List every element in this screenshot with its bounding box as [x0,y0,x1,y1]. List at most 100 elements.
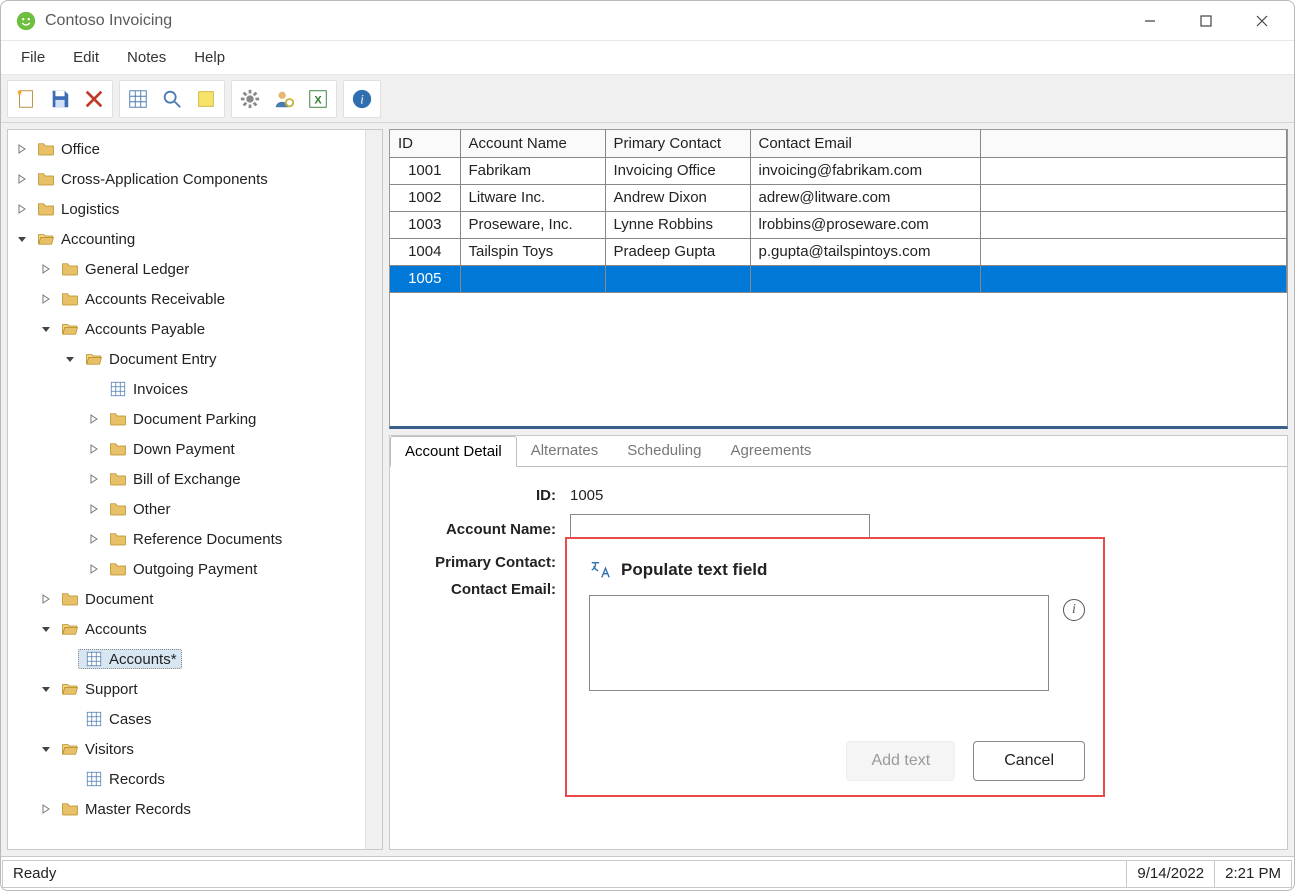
table-cell[interactable]: Andrew Dixon [605,184,750,211]
table-row[interactable]: 1003Proseware, Inc.Lynne Robbinslrobbins… [390,211,1287,238]
table-cell[interactable]: Proseware, Inc. [460,211,605,238]
expander-open-icon[interactable] [62,351,78,367]
expander-open-icon[interactable] [38,681,54,697]
tree-node[interactable]: Accounts Receivable [8,284,365,314]
table-cell[interactable]: Lynne Robbins [605,211,750,238]
cancel-button[interactable]: Cancel [973,741,1085,781]
table-row[interactable]: 1005 [390,265,1287,292]
table-cell[interactable]: lrobbins@proseware.com [750,211,980,238]
table-cell[interactable] [980,265,1287,292]
settings-icon[interactable] [234,83,266,115]
table-cell[interactable] [980,211,1287,238]
tab[interactable]: Agreements [717,436,827,466]
tree-node[interactable]: Support [8,674,365,704]
table-cell[interactable]: Invoicing Office [605,157,750,184]
menu-help[interactable]: Help [182,45,237,70]
menu-notes[interactable]: Notes [115,45,178,70]
save-icon[interactable] [44,83,76,115]
expander-closed-icon[interactable] [86,531,102,547]
tree-node[interactable]: Document Entry [8,344,365,374]
expander-closed-icon[interactable] [14,141,30,157]
note-icon[interactable] [190,83,222,115]
tree-node[interactable]: Accounts* [8,644,365,674]
user-icon[interactable] [268,83,300,115]
expander-open-icon[interactable] [14,231,30,247]
tree-node[interactable]: Accounts Payable [8,314,365,344]
dialog-text-input[interactable] [589,595,1049,691]
expander-closed-icon[interactable] [38,591,54,607]
expander-closed-icon[interactable] [14,201,30,217]
expander-closed-icon[interactable] [86,411,102,427]
tree-scrollbar[interactable] [365,130,382,849]
expander-closed-icon[interactable] [86,561,102,577]
expander-open-icon[interactable] [38,741,54,757]
info-icon[interactable] [346,83,378,115]
table-cell[interactable]: 1003 [390,211,460,238]
column-header-account-name[interactable]: Account Name [460,130,605,157]
delete-icon[interactable] [78,83,110,115]
navigation-tree[interactable]: OfficeCross-Application ComponentsLogist… [8,130,365,828]
table-cell[interactable] [980,238,1287,265]
tree-node[interactable]: Invoices [8,374,365,404]
tree-node[interactable]: Cases [8,704,365,734]
table-row[interactable]: 1004Tailspin ToysPradeep Guptap.gupta@ta… [390,238,1287,265]
tree-node[interactable]: General Ledger [8,254,365,284]
tree-node[interactable]: Other [8,494,365,524]
tab[interactable]: Scheduling [613,436,716,466]
table-cell[interactable]: 1002 [390,184,460,211]
new-document-icon[interactable] [10,83,42,115]
menu-edit[interactable]: Edit [61,45,111,70]
maximize-button[interactable] [1178,1,1234,41]
tree-node[interactable]: Outgoing Payment [8,554,365,584]
column-header-empty[interactable] [980,130,1287,157]
table-cell[interactable] [460,265,605,292]
table-cell[interactable]: 1001 [390,157,460,184]
table-cell[interactable]: Tailspin Toys [460,238,605,265]
expander-closed-icon[interactable] [38,801,54,817]
table-cell[interactable] [605,265,750,292]
column-header-primary-contact[interactable]: Primary Contact [605,130,750,157]
search-icon[interactable] [156,83,188,115]
tree-node[interactable]: Logistics [8,194,365,224]
expander-closed-icon[interactable] [86,441,102,457]
tree-node[interactable]: Office [8,134,365,164]
table-cell[interactable] [750,265,980,292]
tab[interactable]: Alternates [517,436,614,466]
table-cell[interactable]: 1004 [390,238,460,265]
tree-node[interactable]: Document Parking [8,404,365,434]
expander-open-icon[interactable] [38,621,54,637]
table-cell[interactable]: 1005 [390,265,460,292]
tree-node[interactable]: Visitors [8,734,365,764]
tree-node[interactable]: Master Records [8,794,365,824]
tree-node[interactable]: Reference Documents [8,524,365,554]
tree-node[interactable]: Accounts [8,614,365,644]
table-cell[interactable]: invoicing@fabrikam.com [750,157,980,184]
column-header-id[interactable]: ID [390,130,460,157]
table-row[interactable]: 1002Litware Inc.Andrew Dixonadrew@litwar… [390,184,1287,211]
close-button[interactable] [1234,1,1290,41]
tree-node[interactable]: Down Payment [8,434,365,464]
tree-node[interactable]: Records [8,764,365,794]
table-cell[interactable]: Pradeep Gupta [605,238,750,265]
tab[interactable]: Account Detail [390,436,517,467]
tree-node[interactable]: Document [8,584,365,614]
dialog-info-icon[interactable]: i [1063,599,1085,621]
expander-closed-icon[interactable] [38,261,54,277]
table-cell[interactable] [980,157,1287,184]
expander-closed-icon[interactable] [86,501,102,517]
tree-node[interactable]: Accounting [8,224,365,254]
menu-file[interactable]: File [9,45,57,70]
column-header-contact-email[interactable]: Contact Email [750,130,980,157]
tree-node[interactable]: Bill of Exchange [8,464,365,494]
expander-closed-icon[interactable] [86,471,102,487]
table-cell[interactable]: adrew@litware.com [750,184,980,211]
expander-closed-icon[interactable] [14,171,30,187]
grid-view-icon[interactable] [122,83,154,115]
export-excel-icon[interactable] [302,83,334,115]
table-cell[interactable]: Fabrikam [460,157,605,184]
minimize-button[interactable] [1122,1,1178,41]
expander-closed-icon[interactable] [38,291,54,307]
table-row[interactable]: 1001FabrikamInvoicing Officeinvoicing@fa… [390,157,1287,184]
tree-node[interactable]: Cross-Application Components [8,164,365,194]
table-cell[interactable]: p.gupta@tailspintoys.com [750,238,980,265]
